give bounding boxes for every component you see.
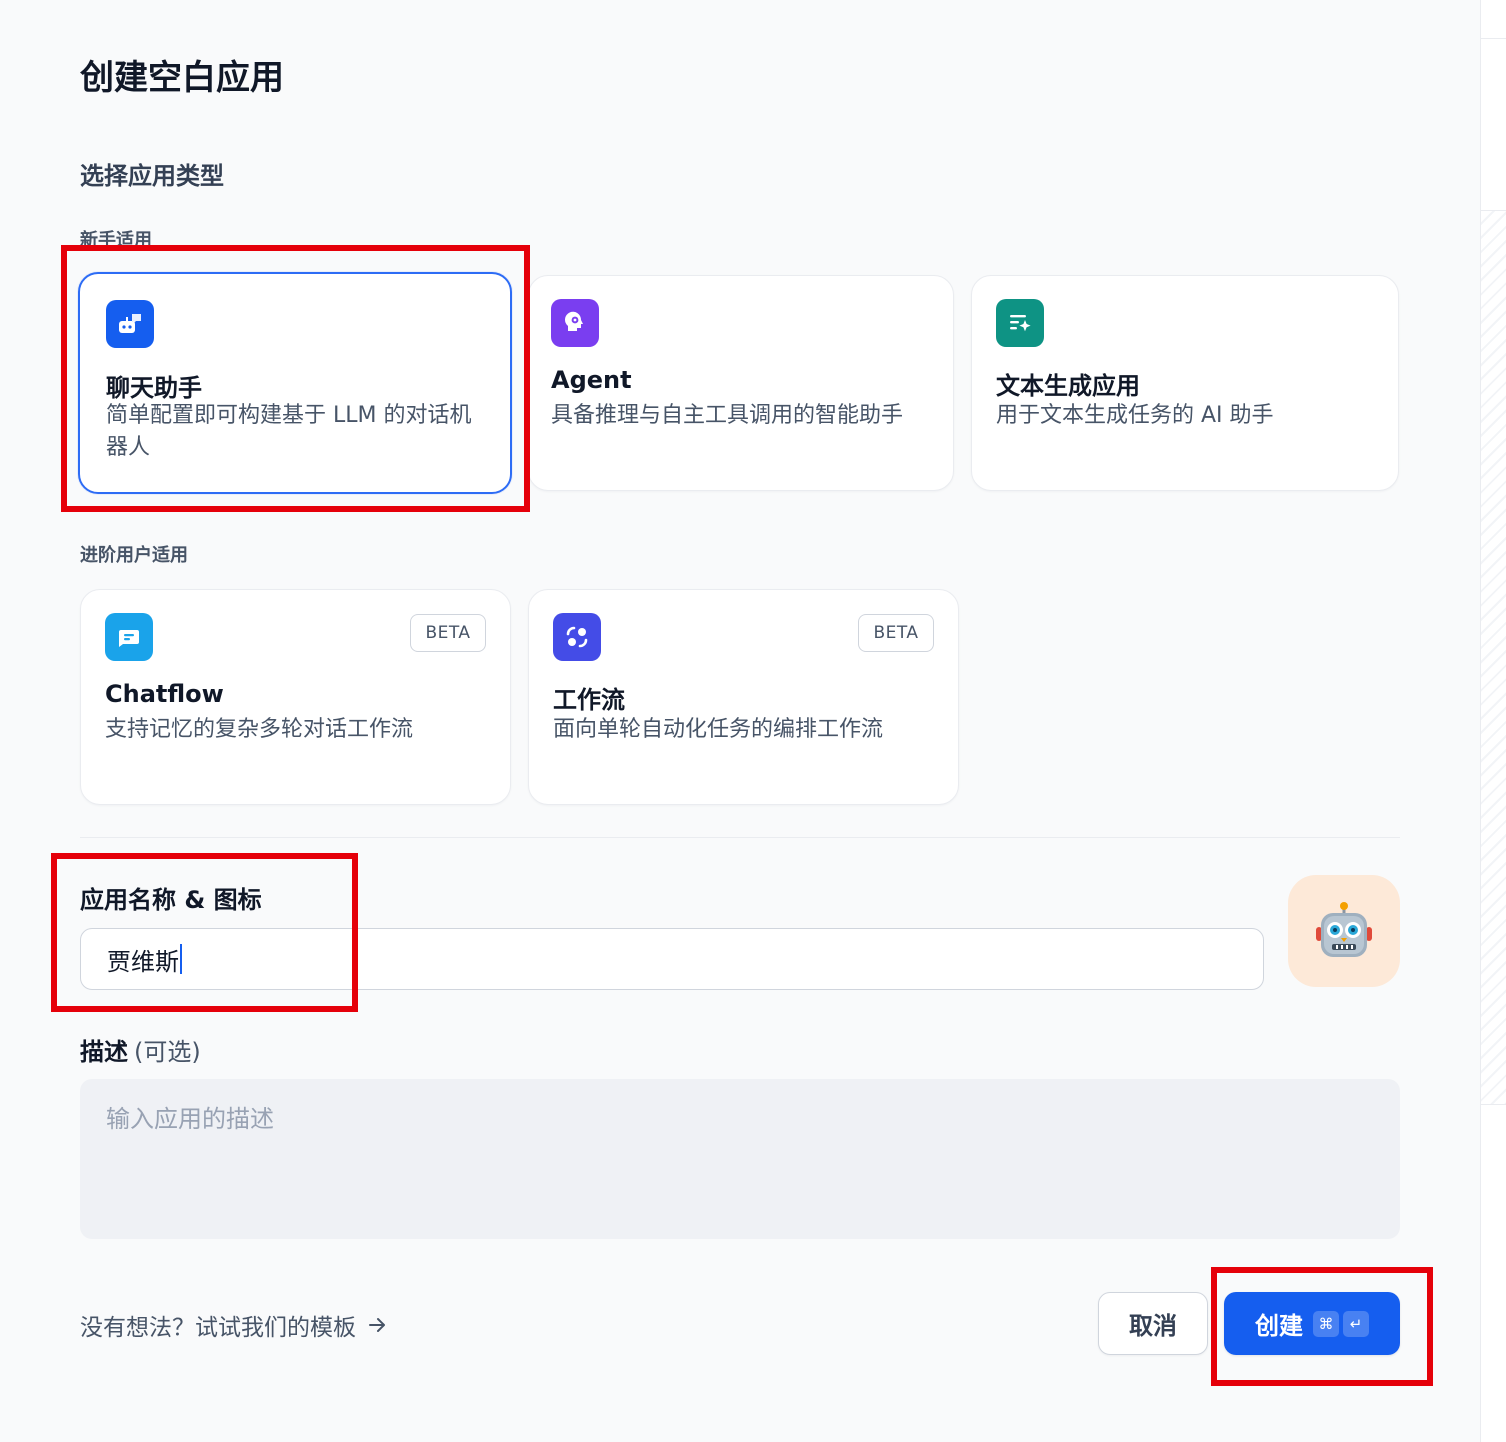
group-label-advanced: 进阶用户适用 [80, 545, 188, 566]
card-title: Chatflow [105, 680, 224, 708]
description-textarea[interactable]: 输入应用的描述 [80, 1079, 1400, 1239]
card-title: Agent [551, 366, 632, 394]
beta-badge: BETA [410, 614, 486, 652]
app-type-card-agent[interactable]: Agent 具备推理与自主工具调用的智能助手 [528, 275, 954, 491]
section-title: 选择应用类型 [80, 162, 224, 190]
app-type-card-chatflow[interactable]: BETA Chatflow 支持记忆的复杂多轮对话工作流 [80, 589, 511, 805]
group-label-beginner: 新手适用 [80, 230, 152, 251]
optional-hint: (可选) [134, 1038, 201, 1066]
template-link-text: 没有想法？试试我们的模板 [80, 1315, 356, 1341]
arrow-right-icon [369, 1318, 385, 1332]
description-placeholder: 输入应用的描述 [106, 1105, 274, 1133]
enter-key-icon: ↵ [1343, 1310, 1369, 1337]
background-app-panel [1480, 0, 1506, 1442]
card-title: 文本生成应用 [996, 372, 1140, 400]
workflow-icon [553, 613, 601, 661]
card-description: 用于文本生成任务的 AI 助手 [996, 403, 1274, 428]
card-description: 具备推理与自主工具调用的智能助手 [551, 403, 904, 428]
chatflow-icon [105, 613, 153, 661]
beta-badge: BETA [858, 614, 934, 652]
description-label-text: 描述 [80, 1038, 128, 1066]
agent-brain-icon [551, 299, 599, 347]
app-type-card-workflow[interactable]: BETA 工作流 面向单轮自动化任务的编排工作流 [528, 589, 959, 805]
text-sparkle-icon [996, 299, 1044, 347]
app-name-label: 应用名称 & 图标 [80, 886, 262, 914]
text-caret [180, 944, 182, 974]
card-description: 简单配置即可构建基于 LLM 的对话机器人 [106, 403, 472, 460]
cancel-button[interactable]: 取消 [1098, 1292, 1208, 1355]
create-button[interactable]: 创建 ⌘ ↵ [1224, 1292, 1400, 1355]
card-description: 面向单轮自动化任务的编排工作流 [553, 717, 884, 742]
app-type-card-completion[interactable]: 文本生成应用 用于文本生成任务的 AI 助手 [971, 275, 1399, 491]
app-type-card-chat[interactable]: 聊天助手 简单配置即可构建基于 LLM 的对话机器人 [78, 272, 512, 494]
shortcut-hint: ⌘ ↵ [1313, 1310, 1369, 1337]
app-name-input[interactable]: 贾维斯 [80, 928, 1264, 990]
robot-face-icon [1316, 902, 1372, 957]
app-icon-picker[interactable] [1288, 875, 1400, 987]
description-label: 描述 (可选) [80, 1032, 201, 1067]
card-title: 聊天助手 [106, 374, 202, 402]
page-title: 创建空白应用 [80, 58, 284, 98]
command-key-icon: ⌘ [1313, 1310, 1339, 1337]
card-description: 支持记忆的复杂多轮对话工作流 [105, 717, 414, 742]
app-name-value: 贾维斯 [107, 947, 179, 976]
chat-bot-icon [106, 300, 154, 348]
card-title: 工作流 [553, 686, 625, 714]
try-templates-link[interactable]: 没有想法？试试我们的模板 [80, 1308, 388, 1342]
divider [80, 837, 1400, 838]
create-button-label: 创建 [1255, 1312, 1303, 1340]
panel-scrollbar-track [1481, 210, 1506, 1105]
